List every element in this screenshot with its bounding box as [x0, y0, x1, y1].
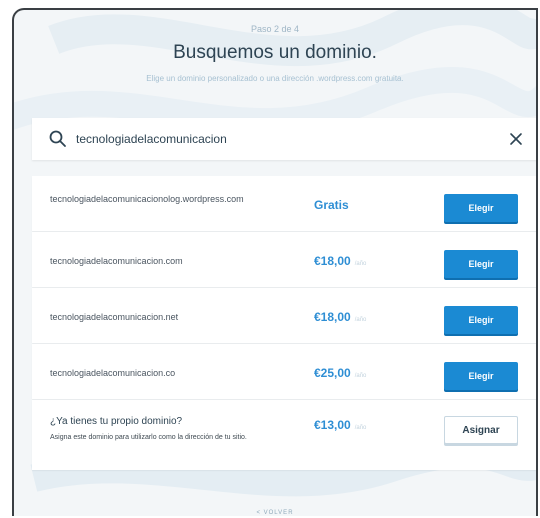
- own-domain-row: ¿Ya tienes tu propio dominio? Asigna est…: [32, 400, 536, 470]
- choose-domain-button[interactable]: Elegir: [444, 250, 518, 278]
- domain-result-row: tecnologiadelacomunicacionolog.wordpress…: [32, 176, 536, 231]
- domain-name: tecnologiadelacomunicacion.co: [50, 368, 176, 378]
- price-period: /año: [354, 373, 367, 379]
- own-domain-question: ¿Ya tienes tu propio dominio?: [50, 416, 183, 427]
- domain-price: Gratis: [314, 198, 349, 212]
- price-period: /año: [354, 425, 367, 431]
- step-indicator: Paso 2 de 4: [250, 24, 300, 34]
- own-domain-description: Asigna este dominio para utilizarlo como…: [50, 434, 247, 441]
- search-icon: [49, 130, 66, 147]
- price-period: /año: [354, 261, 367, 267]
- domain-price: €25,00/año: [314, 366, 366, 380]
- page-title: Busquemos un dominio.: [173, 42, 377, 63]
- domain-name: tecnologiadelacomunicacionolog.wordpress…: [50, 194, 244, 204]
- price-period: /año: [354, 317, 367, 323]
- price-amount: €13,00: [314, 418, 351, 432]
- domain-search-bar[interactable]: [32, 118, 536, 160]
- choose-domain-button[interactable]: Elegir: [444, 362, 518, 390]
- signup-frame: Paso 2 de 4 Busquemos un dominio. Elige …: [12, 8, 538, 516]
- domain-price: €18,00/año: [314, 254, 366, 268]
- domain-result-row: tecnologiadelacomunicacion.net €18,00/añ…: [32, 288, 536, 343]
- page-subtitle: Elige un dominio personalizado o una dir…: [146, 74, 404, 83]
- choose-domain-button[interactable]: Elegir: [444, 306, 518, 334]
- price-amount: Gratis: [314, 198, 349, 212]
- domain-result-row: tecnologiadelacomunicacion.com €18,00/añ…: [32, 232, 536, 287]
- domain-search-input[interactable]: [76, 132, 476, 146]
- domain-name: tecnologiadelacomunicacion.net: [50, 312, 179, 322]
- domain-result-row: tecnologiadelacomunicacion.co €25,00/año…: [32, 344, 536, 399]
- own-domain-price: €13,00/año: [314, 418, 366, 432]
- price-amount: €18,00: [314, 254, 351, 268]
- assign-domain-button[interactable]: Asignar: [444, 416, 518, 444]
- domain-price: €18,00/año: [314, 310, 366, 324]
- price-amount: €25,00: [314, 366, 351, 380]
- domain-results-list: tecnologiadelacomunicacionolog.wordpress…: [32, 176, 536, 471]
- price-amount: €18,00: [314, 310, 351, 324]
- domain-name: tecnologiadelacomunicacion.com: [50, 256, 183, 266]
- choose-domain-button[interactable]: Elegir: [444, 194, 518, 222]
- close-icon[interactable]: [506, 129, 526, 149]
- back-link[interactable]: < VOLVER: [14, 510, 536, 516]
